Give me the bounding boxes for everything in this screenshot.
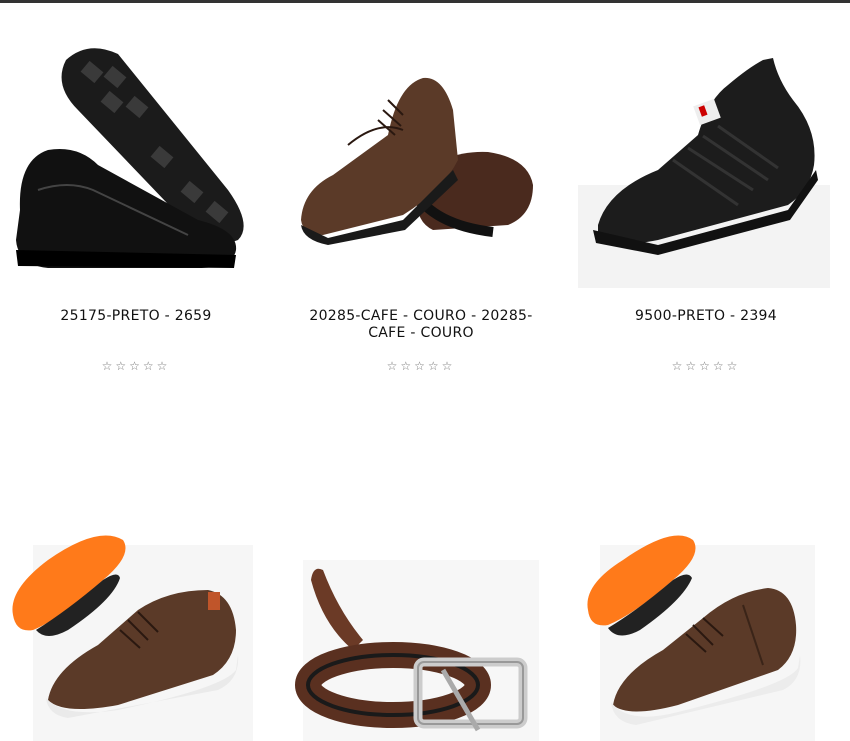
product-image-brown-zip-sneaker-insole[interactable] [578,530,834,741]
product-image-brown-sneaker-insole[interactable] [8,530,264,741]
rating-stars: ☆☆☆☆☆ [293,359,549,373]
product-image-black-slip-on[interactable] [8,40,264,290]
star-icon: ☆ [685,359,700,373]
product-image-black-knit-sneaker[interactable] [578,40,834,290]
star-icon: ☆ [712,359,727,373]
star-icon: ☆ [726,359,741,373]
star-icon: ☆ [386,359,401,373]
product-image-brown-belt[interactable] [293,530,549,741]
star-icon: ☆ [156,359,171,373]
star-icon: ☆ [101,359,116,373]
product-name[interactable]: 20285-CAFE - COURO - 20285-CAFE - COURO [293,308,549,342]
star-icon: ☆ [441,359,456,373]
product-name[interactable]: 9500-PRETO - 2394 [578,308,834,325]
star-icon: ☆ [142,359,157,373]
star-icon: ☆ [699,359,713,373]
star-icon: ☆ [129,359,143,373]
star-icon: ☆ [671,359,686,373]
product-image-brown-oxford[interactable] [293,40,549,290]
rating-stars: ☆☆☆☆☆ [578,359,834,373]
top-border [0,0,850,3]
product-name[interactable]: 25175-PRETO - 2659 [8,308,264,325]
rating-stars: ☆☆☆☆☆ [8,359,264,373]
star-icon: ☆ [400,359,415,373]
star-icon: ☆ [414,359,428,373]
star-icon: ☆ [427,359,442,373]
star-icon: ☆ [115,359,130,373]
